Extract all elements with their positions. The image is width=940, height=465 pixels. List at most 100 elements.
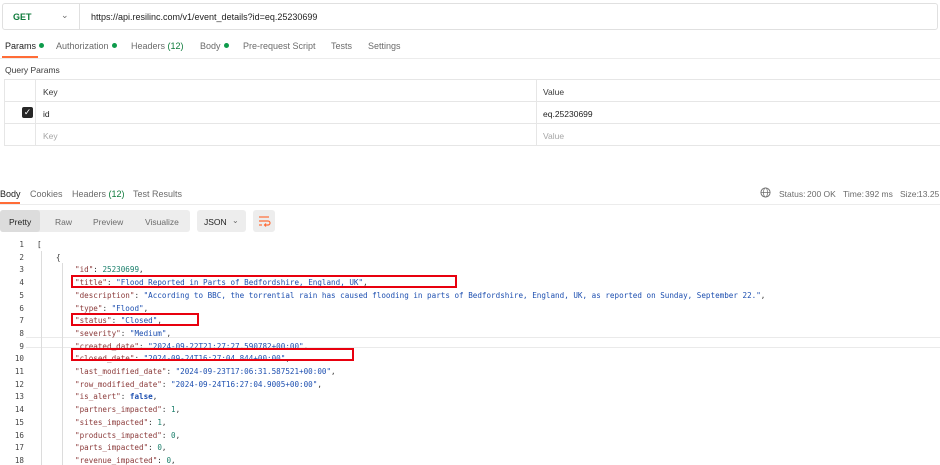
- table-row-empty: Key Value: [5, 124, 940, 146]
- view-pretty-button[interactable]: Pretty: [0, 210, 41, 232]
- view-visualize-button[interactable]: Visualize: [145, 210, 179, 232]
- code-token: ,: [331, 367, 336, 376]
- view-preview-button[interactable]: Preview: [93, 210, 123, 232]
- code-line: "description": "According to BBC, the to…: [75, 291, 765, 300]
- code-token: "products_impacted": [75, 430, 162, 440]
- chevron-down-icon: ⌄: [61, 10, 69, 20]
- line-number: 15: [14, 417, 24, 427]
- new-param-value-input[interactable]: Value: [543, 131, 564, 141]
- tab-authorization[interactable]: Authorization: [56, 41, 117, 51]
- tab-headers[interactable]: Headers (12): [131, 41, 184, 51]
- table-header-row: Key Value: [5, 80, 940, 102]
- format-label: JSON: [204, 217, 227, 227]
- url-input[interactable]: https://api.resilinc.com/v1/event_detail…: [91, 12, 317, 22]
- code-line: "type": "Flood",: [75, 304, 148, 313]
- code-line: "severity": "Medium",: [75, 329, 171, 338]
- param-value[interactable]: eq.25230699: [543, 109, 593, 119]
- code-token: ,: [139, 265, 144, 275]
- tab-response-headers[interactable]: Headers (12): [72, 189, 125, 199]
- code-token: "id": [75, 265, 94, 275]
- request-tabs: Params Authorization Headers (12) Body P…: [0, 41, 940, 55]
- code-token: [: [37, 240, 42, 249]
- tab-pre-request-script[interactable]: Pre-request Script: [243, 41, 316, 51]
- code-token: {: [56, 252, 61, 262]
- code-token: "is_alert": [75, 392, 121, 402]
- code-token: "last_modified_date": [75, 367, 167, 376]
- code-token: ,: [760, 290, 766, 300]
- new-param-key-input[interactable]: Key: [43, 131, 58, 141]
- code-token: "sites_impacted": [75, 417, 149, 427]
- code-token: "description": [75, 290, 135, 300]
- method-select[interactable]: GET ⌄: [3, 4, 80, 29]
- tab-params[interactable]: Params: [5, 41, 45, 51]
- globe-icon[interactable]: [760, 187, 771, 198]
- line-number: 11: [14, 367, 24, 376]
- line-number: 16: [14, 430, 24, 440]
- param-enabled-checkbox[interactable]: ✓: [22, 107, 33, 118]
- code-line: "is_alert": false,: [75, 392, 157, 401]
- code-token: "partners_impacted": [75, 405, 162, 415]
- line-number: 2: [19, 252, 24, 262]
- tab-settings[interactable]: Settings: [368, 41, 401, 51]
- line-number: 14: [14, 405, 24, 415]
- view-raw-button[interactable]: Raw: [55, 210, 72, 232]
- code-token: :: [120, 392, 130, 402]
- code-token: :: [161, 379, 172, 389]
- code-token: :: [161, 430, 172, 440]
- highlight-box-status: [71, 313, 199, 326]
- time-value[interactable]: 392 ms: [865, 189, 893, 199]
- code-token: "revenue_impacted": [75, 455, 158, 465]
- code-line: {: [56, 253, 61, 262]
- column-header-key: Key: [43, 87, 58, 97]
- status-dot: [111, 43, 117, 48]
- code-token: 25230699: [102, 265, 140, 275]
- code-token: :: [148, 417, 158, 427]
- code-token: "Flood": [111, 303, 144, 313]
- code-token: :: [161, 405, 172, 415]
- divider: [0, 58, 940, 59]
- line-number: 6: [19, 303, 24, 313]
- code-token: ,: [166, 328, 172, 338]
- code-token: ,: [175, 430, 181, 440]
- line-number: 9: [19, 341, 24, 351]
- size-label: Size:: [900, 189, 919, 199]
- code-line: "products_impacted": 0,: [75, 431, 180, 440]
- size-value[interactable]: 13.25: [918, 189, 939, 199]
- code-token: "Medium": [129, 328, 167, 338]
- request-url-bar: GET ⌄ https://api.resilinc.com/v1/event_…: [2, 3, 938, 30]
- method-label: GET: [13, 12, 32, 22]
- tab-body[interactable]: Body: [200, 41, 229, 51]
- line-number: 17: [14, 443, 24, 453]
- code-line: [: [37, 240, 42, 249]
- code-token: :: [166, 367, 176, 376]
- code-line: "partners_impacted": 1,: [75, 405, 180, 414]
- code-token: ,: [161, 417, 167, 427]
- divider: [0, 204, 940, 205]
- status-dot: [223, 43, 229, 48]
- tab-tests[interactable]: Tests: [331, 41, 352, 51]
- status-value[interactable]: 200 OK: [807, 189, 836, 199]
- code-line: "parts_impacted": 0,: [75, 443, 166, 452]
- code-token: ,: [152, 392, 158, 402]
- code-token: "parts_impacted": [75, 443, 149, 453]
- line-number: 13: [14, 392, 24, 402]
- param-key[interactable]: id: [43, 109, 50, 119]
- code-token: ,: [175, 405, 181, 415]
- indent-guide: [62, 263, 63, 465]
- tab-cookies[interactable]: Cookies: [30, 189, 63, 199]
- line-number: 1: [19, 240, 24, 249]
- tab-test-results[interactable]: Test Results: [133, 189, 182, 199]
- column-header-value: Value: [543, 87, 565, 97]
- line-number: 8: [19, 328, 24, 338]
- time-label: Time:: [843, 189, 864, 199]
- line-number: 12: [14, 379, 24, 389]
- format-select[interactable]: JSON ⌄: [197, 210, 246, 232]
- code-token: :: [134, 290, 144, 300]
- tab-response-body[interactable]: Body: [0, 189, 21, 199]
- line-number: 3: [19, 265, 24, 275]
- code-token: :: [148, 443, 158, 453]
- wrap-lines-button[interactable]: [253, 210, 275, 232]
- query-params-title: Query Params: [5, 65, 60, 75]
- code-line: "last_modified_date": "2024-09-23T17:06:…: [75, 367, 336, 376]
- code-token: :: [102, 303, 112, 313]
